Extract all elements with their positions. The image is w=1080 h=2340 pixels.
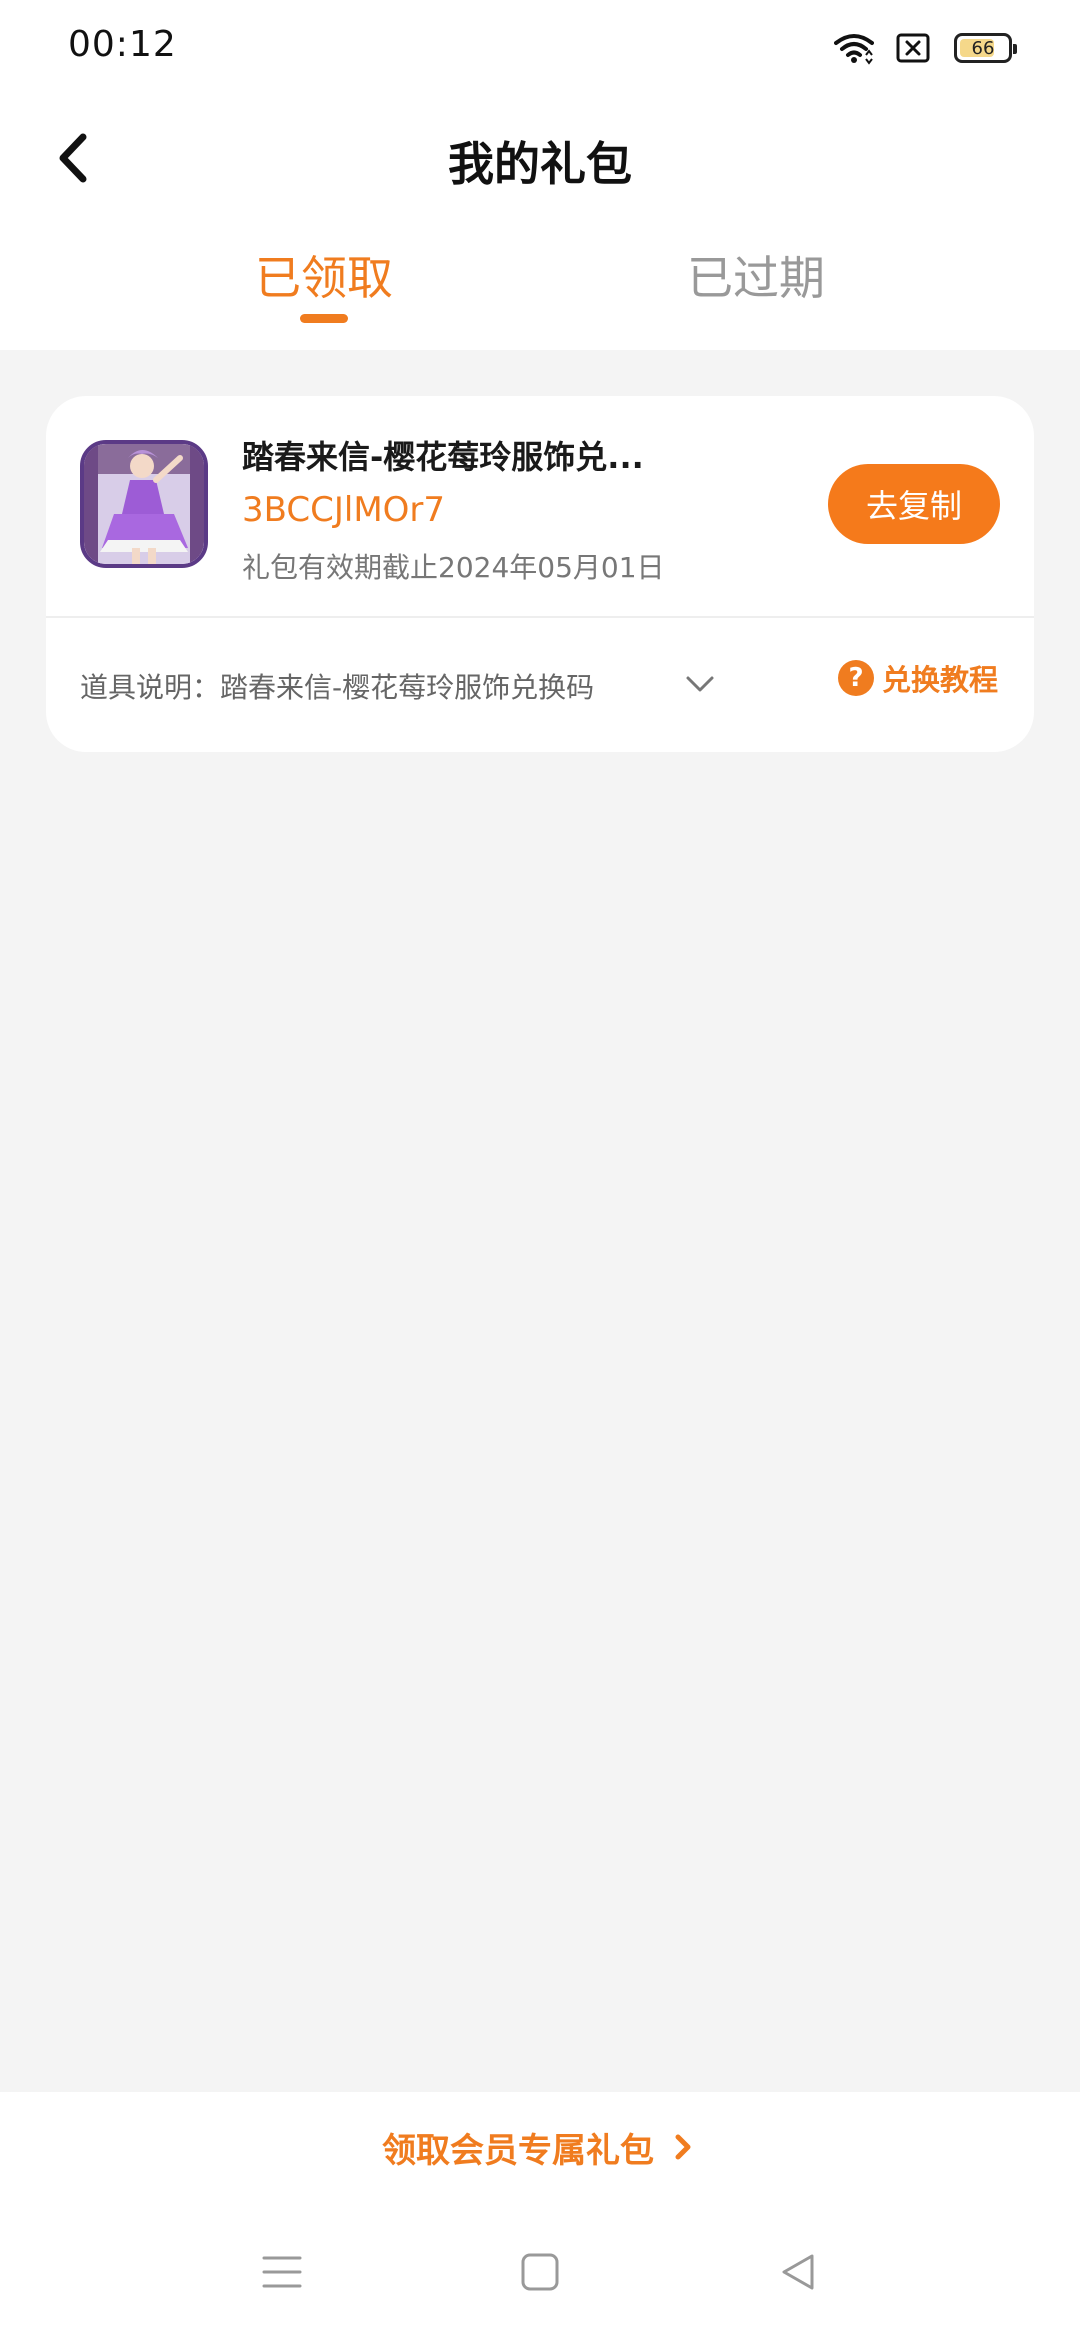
- gift-name: 踏春来信-樱花莓玲服饰兑...: [242, 438, 644, 476]
- wifi-icon: [834, 34, 874, 65]
- chevron-right-icon: [675, 2134, 691, 2160]
- status-icons: 66: [834, 30, 1017, 66]
- gift-card: 踏春来信-樱花莓玲服饰兑... 3BCCJlMOr7 礼包有效期截止2024年0…: [46, 396, 1034, 752]
- gift-game-icon: [80, 440, 208, 568]
- header: 我的礼包 已领取 已过期: [0, 96, 1080, 350]
- status-time: 00:12: [68, 24, 177, 65]
- back-triangle-icon: [782, 2254, 814, 2290]
- exchange-tutorial-link[interactable]: ? 兑换教程: [837, 658, 998, 698]
- gift-expiry: 礼包有效期截止2024年05月01日: [242, 551, 665, 584]
- nav-back-button[interactable]: [768, 2246, 828, 2298]
- tutorial-label: 兑换教程: [881, 663, 998, 697]
- chevron-down-icon[interactable]: [684, 670, 716, 698]
- item-description: 道具说明：踏春来信-樱花莓玲服饰兑换码: [80, 671, 595, 704]
- member-gift-link[interactable]: 领取会员专属礼包: [382, 2123, 698, 2172]
- question-icon: ?: [837, 660, 874, 696]
- battery-icon: 66: [954, 33, 1017, 63]
- nav-menu-button[interactable]: [252, 2246, 312, 2298]
- nav-home-button[interactable]: [510, 2246, 570, 2298]
- tab-received[interactable]: 已领取: [204, 242, 444, 308]
- member-gift-label: 领取会员专属礼包: [382, 2130, 654, 2171]
- gift-code: 3BCCJlMOr7: [242, 490, 446, 530]
- card-divider: [46, 616, 1034, 618]
- battery-level: 66: [971, 37, 995, 59]
- tab-indicator: [300, 314, 348, 323]
- home-square-icon: [521, 2253, 559, 2291]
- member-bar: 领取会员专属礼包: [0, 2092, 1080, 2202]
- copy-button[interactable]: 去复制: [828, 464, 1000, 544]
- tab-expired[interactable]: 已过期: [636, 242, 876, 308]
- battery-cap: [1013, 44, 1017, 54]
- menu-icon: [262, 2256, 302, 2288]
- sim-blocked-icon: [896, 33, 930, 63]
- nav-bar: [0, 2202, 1080, 2340]
- page-title: 我的礼包: [448, 137, 632, 191]
- status-bar: 00:12 66: [0, 0, 1080, 96]
